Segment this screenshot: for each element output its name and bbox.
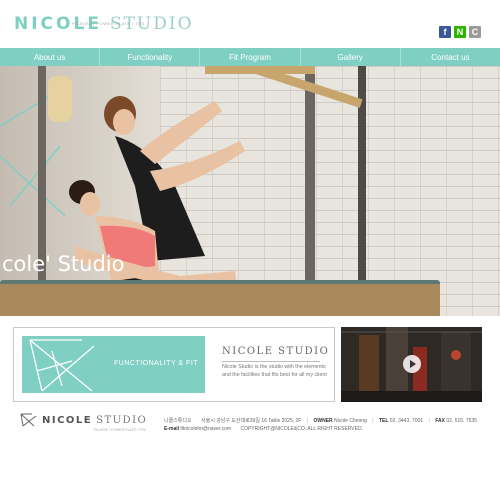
- fax-label: FAX: [435, 418, 445, 424]
- frame-post: [305, 66, 315, 298]
- nav-item-fit-program[interactable]: Fit Program: [200, 48, 301, 66]
- logo-tagline: PILATES / POWER PLATE / TRX: [72, 21, 145, 26]
- email-label: E-mail: [164, 426, 180, 432]
- studio-description: Nicole Studio is the studio with the ele…: [222, 364, 327, 378]
- header: NICOLE STUDIO PILATES / POWER PLATE / TR…: [0, 0, 500, 48]
- hero-overlay-text: cole' Studio: [2, 252, 125, 276]
- main-nav: About us Functionality Fit Program Galle…: [0, 48, 500, 66]
- footer-logo-mark-icon: [20, 413, 37, 427]
- feature-banner[interactable]: FUNCTIONALITY & FIT: [22, 336, 205, 393]
- owner-name: Nicole Cheong: [334, 418, 367, 424]
- tel-label: TEL: [378, 418, 389, 424]
- footer-logo-tagline: PILATES / POWER PLATE / TRX: [94, 428, 146, 432]
- nav-item-contact[interactable]: Contact us: [401, 48, 500, 66]
- cafe-icon[interactable]: C: [469, 26, 481, 38]
- reformer-base: [0, 284, 440, 316]
- footer-line-1: 니콜스튜디오 서울시 강남구 도산대로39길 16 Table 2025, 2F…: [164, 418, 477, 424]
- address: 서울시 강남구 도산대로39길 16 Table 2025, 2F: [201, 418, 302, 424]
- company-name: 니콜스튜디오: [164, 418, 192, 424]
- nav-item-about[interactable]: About us: [0, 48, 101, 66]
- play-icon[interactable]: [403, 355, 421, 373]
- footer-logo[interactable]: NICOLE STUDIO: [20, 413, 147, 427]
- divider: [222, 361, 320, 362]
- foam-handle: [48, 76, 72, 122]
- naver-icon[interactable]: N: [454, 26, 466, 38]
- studio-title: NICOLE STUDIO: [222, 346, 330, 357]
- footer-info: 니콜스튜디오 서울시 강남구 도산대로39길 16 Table 2025, 2F…: [164, 417, 477, 433]
- hero-image: cole' Studio: [0, 66, 500, 316]
- logo-mark-icon: [29, 339, 95, 392]
- hero-illustration: [0, 66, 366, 316]
- owner-label: OWNER: [313, 418, 333, 424]
- facebook-icon[interactable]: f: [439, 26, 451, 38]
- feature-panel: FUNCTIONALITY & FIT NICOLE STUDIO Nicole…: [13, 327, 335, 402]
- video-thumbnail[interactable]: [341, 327, 482, 402]
- footer-line-2: E-mail fitnicolehn@naver.com COPYRIGHT@N…: [164, 425, 477, 433]
- feature-label: FUNCTIONALITY & FIT: [114, 360, 199, 367]
- fax-number: 02. 515. 7535: [446, 418, 477, 424]
- footer-logo-main: NICOLE: [42, 414, 93, 426]
- nav-item-gallery[interactable]: Gallery: [301, 48, 401, 66]
- copyright: COPYRIGHT@NICOLE&CO. ALL RIGHT RESERVED.: [240, 426, 363, 432]
- email-link[interactable]: fitnicolehn@naver.com: [180, 426, 231, 432]
- footer-logo-studio: STUDIO: [96, 414, 148, 426]
- tel-number: 02. 3443. 7001: [389, 418, 424, 424]
- social-links: f N C: [439, 26, 481, 38]
- nav-item-functionality[interactable]: Functionality: [100, 48, 201, 66]
